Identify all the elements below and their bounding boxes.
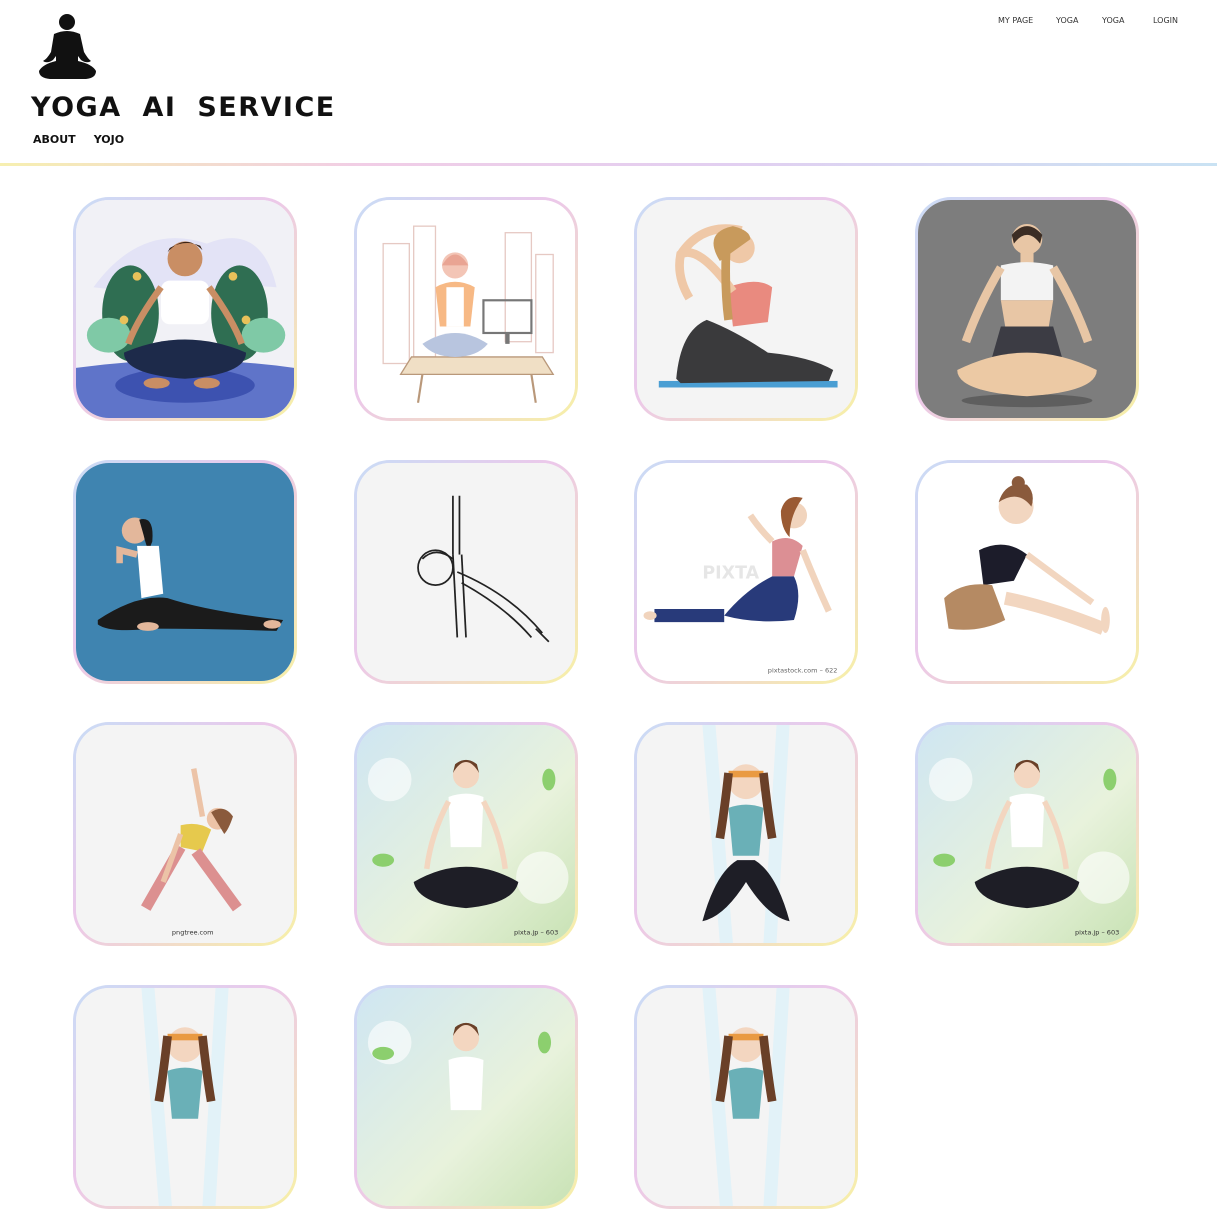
yoga-pose-image [357, 463, 575, 681]
gallery-card[interactable] [634, 197, 858, 421]
yoga-pose-image: pngtree.com [76, 725, 294, 943]
gallery-card[interactable] [73, 197, 297, 421]
gallery-card[interactable] [354, 197, 578, 421]
gallery-card[interactable] [915, 460, 1139, 684]
svg-text:pixtastock.com – 622: pixtastock.com – 622 [768, 666, 838, 674]
gallery-card[interactable]: pngtree.com [73, 722, 297, 946]
yoga-pose-image: PIXTA pixtastock.com – 622 [637, 463, 855, 681]
yoga-pose-image [76, 463, 294, 681]
gallery-card[interactable] [73, 985, 297, 1209]
svg-text:pngtree.com: pngtree.com [172, 928, 214, 936]
gallery-card[interactable]: PIXTA pixtastock.com – 622 [634, 460, 858, 684]
gallery-card[interactable] [354, 985, 578, 1209]
gallery-card[interactable]: pixta.jp – 603 [915, 722, 1139, 946]
yoga-pose-image [918, 463, 1136, 681]
gallery-card[interactable] [634, 722, 858, 946]
gallery-card[interactable] [634, 985, 858, 1209]
yoga-pose-image: pixta.jp – 603 [918, 725, 1136, 943]
gallery-card[interactable] [73, 460, 297, 684]
yoga-pose-image: pixta.jp – 603 [357, 725, 575, 943]
yoga-pose-image [76, 988, 294, 1206]
gallery-card[interactable]: pixta.jp – 603 [354, 722, 578, 946]
yoga-pose-image [637, 725, 855, 943]
svg-text:pixta.jp – 603: pixta.jp – 603 [514, 928, 558, 936]
yoga-pose-image [637, 988, 855, 1206]
gallery-card[interactable] [915, 197, 1139, 421]
yoga-pose-image [637, 200, 855, 418]
gallery-card[interactable] [354, 460, 578, 684]
yoga-pose-image [357, 200, 575, 418]
yoga-pose-image [76, 200, 294, 418]
svg-text:pixta.jp – 603: pixta.jp – 603 [1075, 928, 1119, 936]
yoga-pose-image [357, 988, 575, 1206]
svg-text:PIXTA: PIXTA [702, 564, 759, 584]
yoga-pose-image [918, 200, 1136, 418]
yoga-pose-gallery: PIXTA pixtastock.com – 622 pngtree.com p… [0, 0, 1217, 1206]
